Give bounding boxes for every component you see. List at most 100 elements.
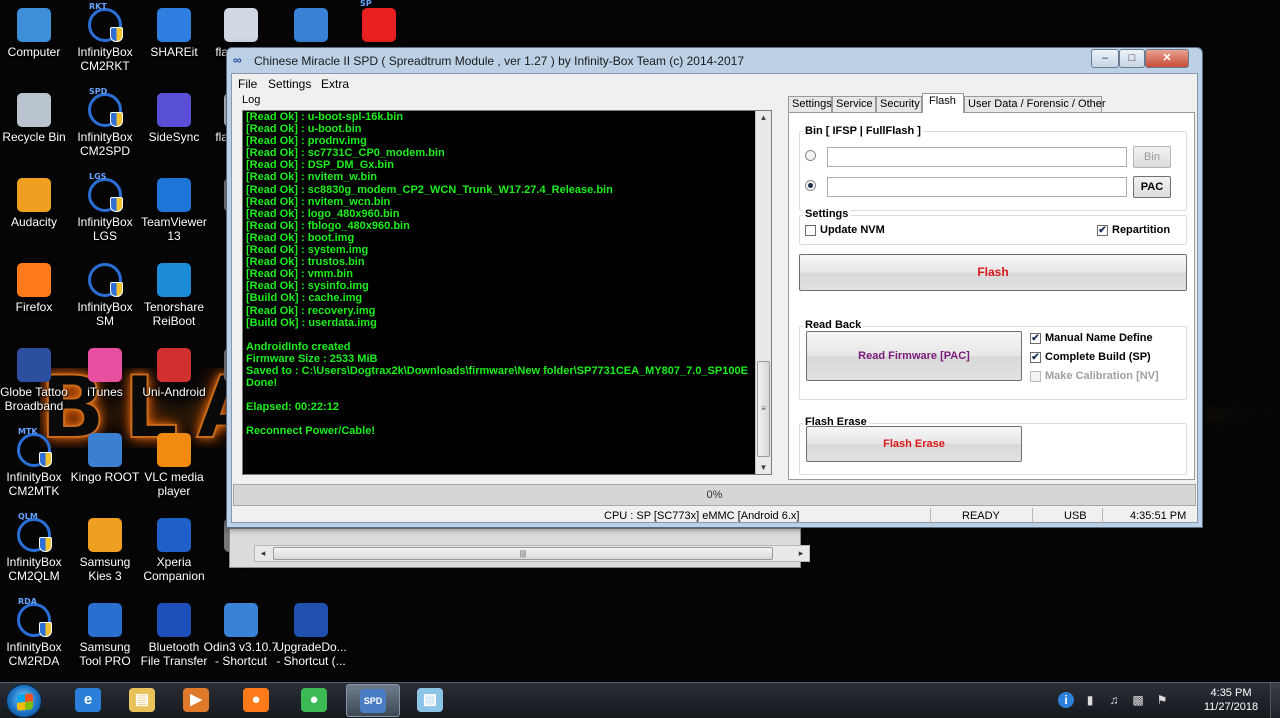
desktop-icon[interactable]: SPD InfinityBox CM2SPD (66, 87, 144, 167)
taskbar-chrome[interactable]: ● (288, 684, 342, 717)
desktop-icon[interactable]: Recycle Bin (0, 87, 73, 167)
desktop-icon[interactable]: Kingo ROOT (66, 427, 144, 507)
log-line: [Build Ok] : userdata.img (246, 316, 377, 329)
icon-tag: SP (360, 0, 372, 8)
log-line: [Read Ok] : nvitem_wcn.bin (246, 195, 391, 208)
desktop-icon[interactable]: UpgradeDo... - Shortcut (... (272, 597, 350, 677)
taskbar-internet-explorer[interactable]: e (62, 684, 116, 717)
pac-radio[interactable] (805, 180, 816, 191)
desktop-icon-label: Computer (7, 45, 61, 59)
read-firmware-button[interactable]: Read Firmware [PAC] (806, 331, 1022, 381)
status-divider (1102, 508, 1103, 524)
desktop-icon[interactable]: VLC media player (135, 427, 213, 507)
icon-tag: RDA (18, 597, 37, 606)
infinitybox-icon: QLM (17, 512, 52, 552)
menu-extra[interactable]: Extra (321, 77, 349, 91)
taskbar-notepad[interactable]: ▧ (404, 684, 458, 717)
desktop-icon[interactable]: QLM InfinityBox CM2QLM (0, 512, 73, 592)
bin-radio[interactable] (805, 150, 816, 161)
desktop-icon-label: InfinityBox LGS (77, 215, 133, 243)
update-nvm-checkbox[interactable] (805, 225, 816, 236)
scroll-left-icon[interactable]: ◂ (255, 546, 271, 561)
desktop-icon[interactable]: RDA InfinityBox CM2RDA (0, 597, 73, 677)
desktop-icon-label: Firefox (15, 300, 53, 314)
desktop-icon[interactable]: RKT InfinityBox CM2RKT (66, 2, 144, 82)
desktop-icon[interactable]: Odin3 v3.10.7 - Shortcut (202, 597, 280, 677)
taskbar-cm2-spd[interactable]: SPD (346, 684, 400, 717)
make-calibration-checkbox[interactable] (1030, 371, 1041, 382)
tab-user-data[interactable]: User Data / Forensic / Other (964, 96, 1106, 112)
desktop-icon-label: UpgradeDo... - Shortcut (... (275, 640, 347, 668)
uac-shield-icon (110, 282, 123, 297)
complete-build-checkbox[interactable]: ✔ (1030, 352, 1041, 363)
scroll-up-icon[interactable]: ▲ (756, 113, 771, 122)
xperia-icon (157, 518, 191, 552)
desktop-icon[interactable]: Tenorshare ReiBoot (135, 257, 213, 337)
close-button[interactable]: ✕ (1145, 49, 1189, 68)
flag-icon[interactable]: ⚑ (1154, 692, 1170, 708)
uni-android-icon (157, 348, 191, 382)
pac-button[interactable]: PAC (1133, 176, 1171, 198)
clock[interactable]: 4:35 PM 11/27/2018 (1198, 686, 1264, 714)
desktop-icon[interactable]: InfinityBox SM (66, 257, 144, 337)
desktop-icon-label: Kingo ROOT (70, 470, 140, 484)
desktop-icon[interactable]: MTK InfinityBox CM2MTK (0, 427, 73, 507)
desktop-icon-label: iTunes (87, 385, 123, 399)
itunes-icon (88, 348, 122, 382)
desktop-icon[interactable]: LGS InfinityBox LGS (66, 172, 144, 252)
desktop-icon[interactable]: iTunes (66, 342, 144, 422)
network-icon[interactable]: ▩ (1130, 692, 1146, 708)
tab-service[interactable]: Service (832, 96, 876, 112)
desktop-icon[interactable]: Samsung Kies 3 (66, 512, 144, 592)
menu-file[interactable]: File (238, 77, 257, 91)
taskbar-firefox[interactable]: ● (230, 684, 284, 717)
log-scroll-thumb[interactable]: ≡ (757, 361, 770, 457)
tab-security[interactable]: Security (876, 96, 922, 112)
scroll-right-icon[interactable]: ▸ (793, 546, 809, 561)
log-line: Reconnect Power/Cable! (246, 425, 375, 438)
desktop-icon[interactable]: Globe Tattoo Broadband (0, 342, 73, 422)
bin-group-title: Bin [ IFSP | FullFlash ] (803, 125, 923, 137)
phone-icon[interactable]: ▮ (1082, 692, 1098, 708)
log-panel[interactable]: [Read Ok] : u-boot-spl-16k.bin [Read Ok] … (242, 110, 772, 475)
volume-icon[interactable]: ♫ (1106, 692, 1122, 708)
taskbar-file-explorer[interactable]: ▤ (116, 684, 170, 717)
desktop-icon[interactable]: Computer (0, 2, 73, 82)
flash-button[interactable]: Flash (799, 254, 1187, 291)
flash-erase-button[interactable]: Flash Erase (806, 426, 1022, 462)
log-line: Elapsed: 00:22:12 (246, 401, 339, 414)
pac-path-input[interactable] (827, 177, 1127, 197)
bin-button[interactable]: Bin (1133, 146, 1171, 168)
log-scrollbar[interactable]: ▲ ≡ ▼ (755, 111, 771, 474)
writeimei-icon: SP (360, 0, 396, 42)
menu-settings[interactable]: Settings (268, 77, 311, 91)
tab-settings[interactable]: Settings (788, 96, 832, 112)
complete-build-label: Complete Build (SP) (1045, 351, 1151, 363)
show-desktop-button[interactable] (1270, 683, 1280, 718)
horizontal-scrollbar[interactable]: ◂ ||| ▸ (254, 545, 810, 562)
tab-flash[interactable]: Flash (922, 93, 964, 113)
title-bar[interactable]: ∞ Chinese Miracle II SPD ( Spreadtrum Mo… (227, 48, 1202, 73)
status-divider (1032, 508, 1033, 524)
desktop-icon[interactable]: Firefox (0, 257, 73, 337)
desktop-icon-label: Samsung Kies 3 (79, 555, 131, 583)
cm2-spd-window: ∞ Chinese Miracle II SPD ( Spreadtrum Mo… (226, 47, 1203, 528)
info-icon[interactable]: i (1058, 692, 1074, 708)
scroll-thumb[interactable]: ||| (273, 547, 773, 560)
repartition-checkbox[interactable]: ✔ (1097, 225, 1108, 236)
media-player-icon: ▶ (183, 688, 209, 712)
manual-name-checkbox[interactable]: ✔ (1030, 333, 1041, 344)
log-line: [Read Ok] : sysinfo.img (246, 280, 369, 293)
bin-path-input[interactable] (827, 147, 1127, 167)
log-line: [Read Ok] : recovery.img (246, 304, 376, 317)
log-line: [Read Ok] : system.img (246, 244, 369, 257)
maximize-button[interactable]: □ (1119, 49, 1145, 68)
minimize-button[interactable]: – (1091, 49, 1119, 68)
taskbar-media-player[interactable]: ▶ (170, 684, 224, 717)
desktop-icon[interactable]: Audacity (0, 172, 73, 252)
settings-group-title: Settings (803, 208, 851, 220)
desktop-icon[interactable]: Samsung Tool PRO (66, 597, 144, 677)
teamviewer-icon (157, 178, 191, 212)
scroll-down-icon[interactable]: ▼ (756, 463, 771, 472)
start-button[interactable] (6, 684, 42, 718)
